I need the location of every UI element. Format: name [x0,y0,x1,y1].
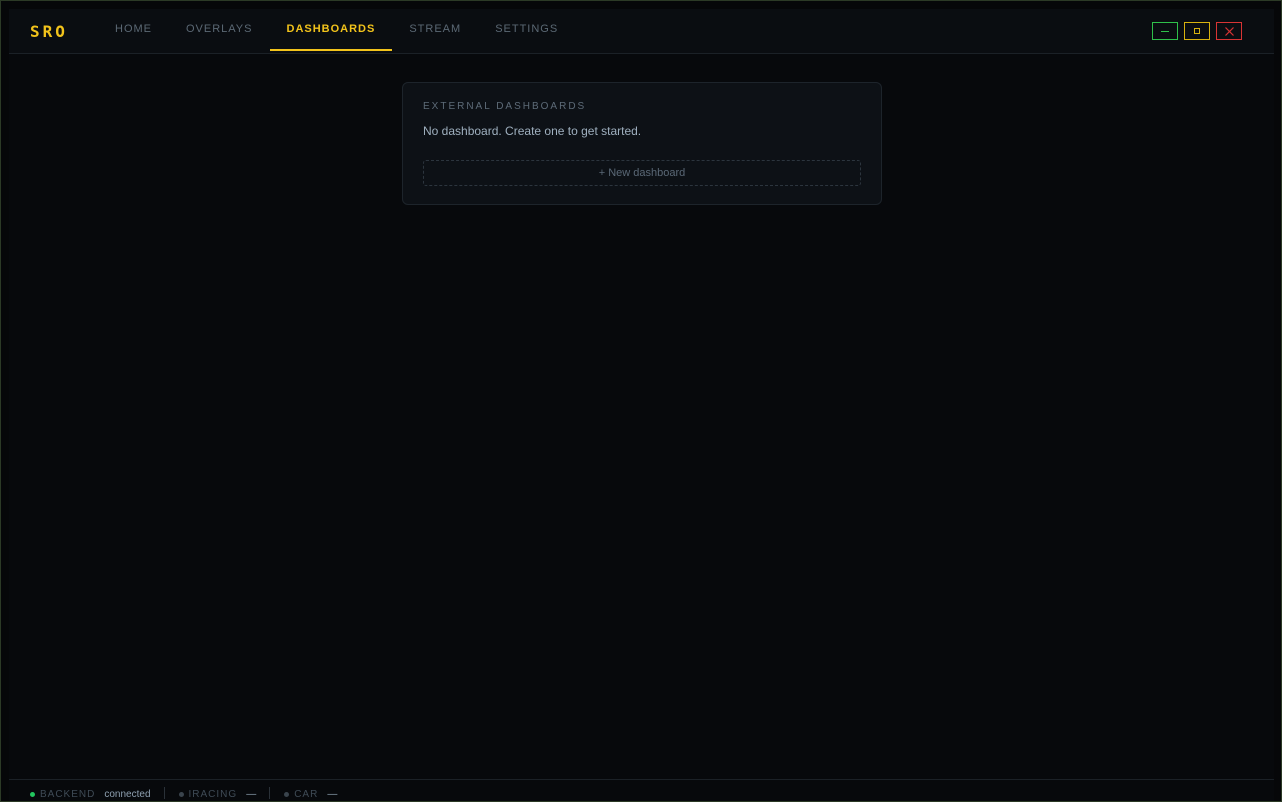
minimize-icon [1161,30,1169,32]
new-dashboard-button[interactable]: + New dashboard [423,160,861,186]
window-controls [1152,22,1242,40]
tab-stream[interactable]: STREAM [392,7,478,51]
status-bar: BACKEND connected IRACING — CAR — [9,779,1274,801]
app-logo: SRO [30,22,68,41]
status-dot-icon [178,792,184,797]
status-car: CAR — [284,789,351,800]
status-value: connected [104,789,151,800]
maximize-button[interactable] [1184,22,1210,40]
tab-settings[interactable]: SETTINGS [478,7,575,51]
maximize-icon [1194,28,1200,34]
card-title: EXTERNAL DASHBOARDS [423,101,587,112]
top-bar: SRO HOME OVERLAYS DASHBOARDS STREAM SETT… [9,9,1274,54]
status-dot-icon [284,792,290,797]
status-label: BACKEND [40,789,96,800]
close-button[interactable] [1216,22,1242,40]
status-iracing: IRACING — [178,787,271,800]
status-value: — [246,789,257,800]
close-icon [1224,26,1234,36]
status-value: — [327,789,338,800]
status-label: CAR [294,789,319,800]
tab-home[interactable]: HOME [98,7,169,51]
app-window: SRO HOME OVERLAYS DASHBOARDS STREAM SETT… [0,0,1282,802]
status-backend: BACKEND connected [30,787,165,800]
tab-overlays[interactable]: OVERLAYS [169,7,270,51]
main-nav: HOME OVERLAYS DASHBOARDS STREAM SETTINGS [98,9,575,53]
app-body: SRO HOME OVERLAYS DASHBOARDS STREAM SETT… [9,9,1274,801]
external-dashboards-card: EXTERNAL DASHBOARDS No dashboard. Create… [402,82,882,205]
tab-dashboards[interactable]: DASHBOARDS [269,7,393,51]
status-dot-icon [30,792,35,797]
empty-state-text: No dashboard. Create one to get started. [423,124,642,138]
status-label: IRACING [188,789,238,800]
minimize-button[interactable] [1152,22,1178,40]
